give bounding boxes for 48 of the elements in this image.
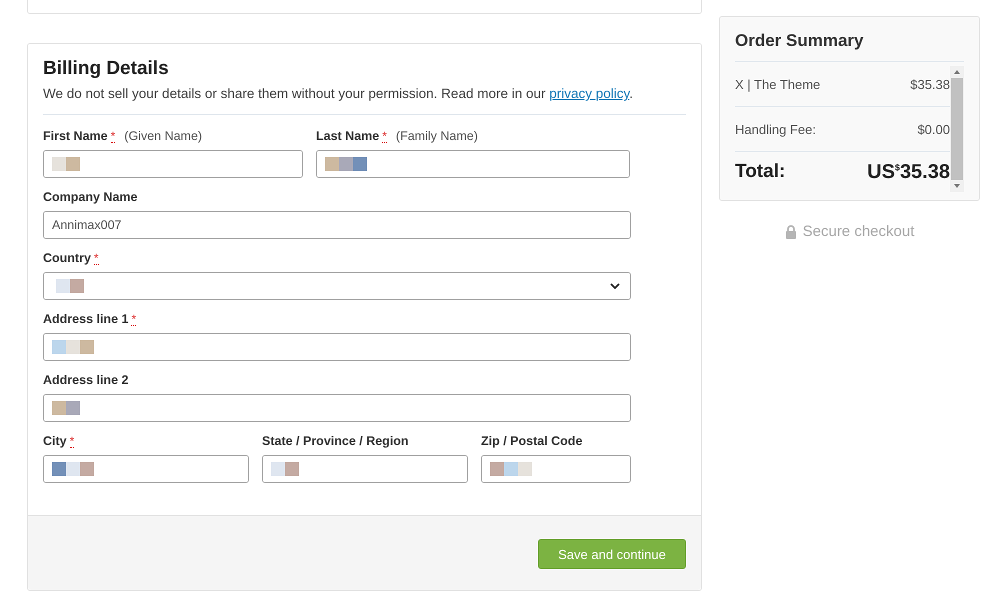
item-name: X | The Theme	[735, 76, 820, 92]
input-field[interactable]	[43, 455, 249, 483]
input-field[interactable]	[43, 150, 303, 178]
privacy-notice: We do not sell your details or share them without your permission. Read more in our privacy policy.	[43, 86, 634, 101]
required-mark: *	[110, 130, 116, 143]
redacted-value-drawing	[52, 462, 94, 476]
required-mark: *	[94, 252, 99, 265]
field-label: City	[43, 434, 67, 448]
input-field[interactable]	[43, 394, 631, 422]
required-mark: *	[131, 313, 136, 326]
redacted-value-drawing	[52, 157, 80, 171]
field-label: Country	[43, 251, 91, 265]
privacy-link[interactable]: privacy policy	[549, 86, 630, 101]
item-price: $0.00	[917, 122, 950, 136]
field-label: Company Name	[43, 190, 138, 204]
field-label: First Name	[43, 129, 108, 143]
lock-icon	[784, 224, 797, 238]
save-button[interactable]: Save and continue	[538, 539, 686, 569]
section-title: Billing Details	[43, 58, 170, 80]
input-field[interactable]	[481, 455, 631, 483]
total-label: Total:	[735, 161, 786, 183]
field-hint: (Given Name)	[124, 129, 202, 143]
country-select[interactable]	[43, 272, 631, 300]
input-field[interactable]	[262, 455, 468, 483]
redacted-value-drawing	[325, 157, 367, 171]
input-field[interactable]	[316, 150, 630, 178]
redacted-value-drawing	[52, 340, 94, 354]
summary-title: Order Summary	[735, 31, 964, 62]
item-price: $35.38	[910, 76, 950, 92]
redacted-value-drawing	[271, 462, 299, 476]
field-label: State / Province / Region	[262, 434, 409, 448]
field-label: Zip / Postal Code	[481, 434, 582, 448]
field-label: Last Name	[316, 129, 380, 143]
input-field[interactable]	[43, 333, 631, 361]
input-field[interactable]: Annimax007	[43, 211, 631, 239]
redacted-value-drawing	[52, 401, 80, 415]
secure-checkout-text: Secure checkout	[802, 223, 914, 240]
required-mark: *	[382, 130, 387, 143]
field-label: Address line 2	[43, 373, 128, 387]
field-label: Address line 1	[43, 312, 128, 326]
chevron-down-icon	[610, 283, 620, 289]
redacted-value-drawing	[490, 462, 532, 476]
total-amount: US$^{$}$35.38	[867, 160, 950, 184]
scrollbar[interactable]	[950, 66, 964, 192]
field-hint: (Family Name)	[396, 129, 478, 143]
item-name: Handling Fee:	[735, 122, 816, 136]
required-mark: *	[70, 435, 74, 448]
redacted-value-drawing	[56, 279, 84, 293]
